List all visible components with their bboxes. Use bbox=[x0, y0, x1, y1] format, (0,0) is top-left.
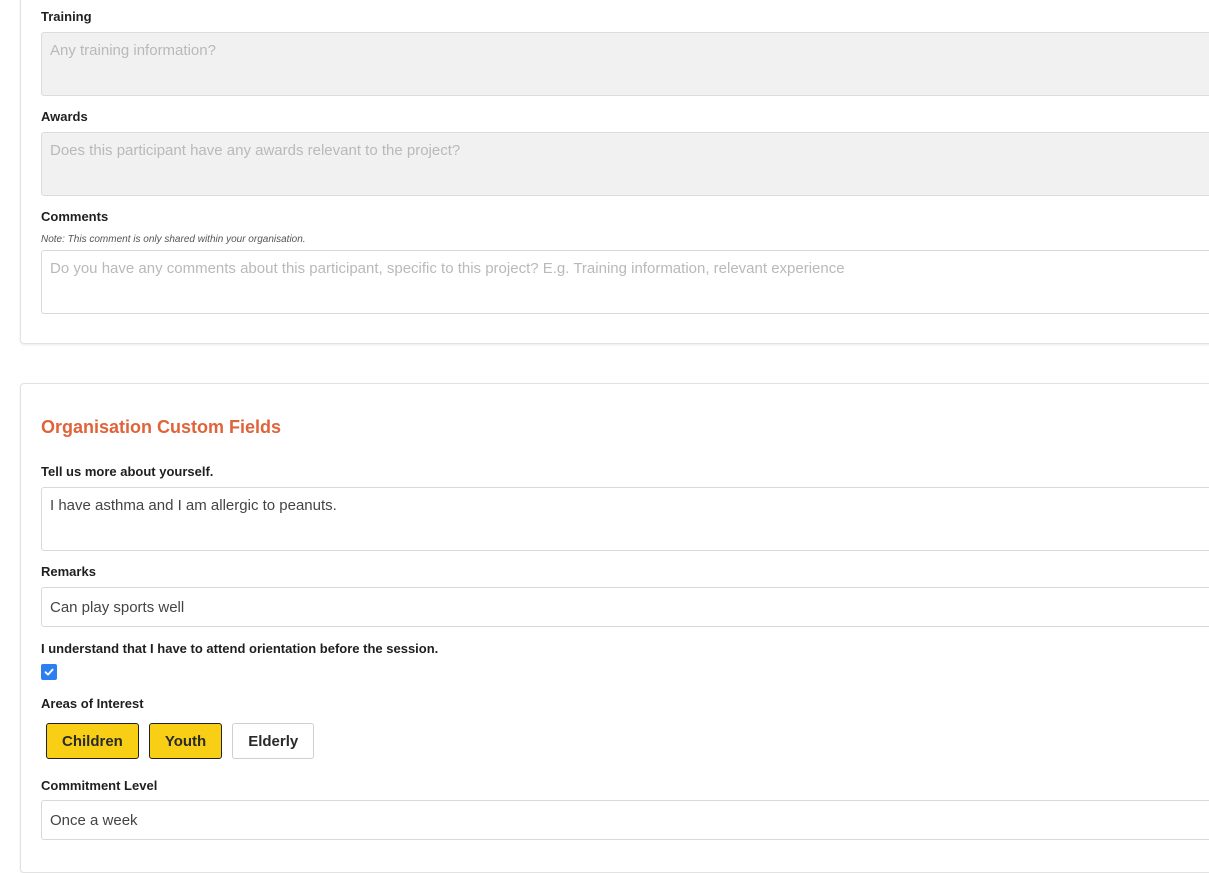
about-label: Tell us more about yourself. bbox=[41, 464, 214, 479]
training-label: Training bbox=[41, 9, 92, 24]
check-icon bbox=[44, 668, 54, 676]
interest-chip-youth[interactable]: Youth bbox=[148, 723, 223, 759]
remarks-label: Remarks bbox=[41, 564, 96, 579]
about-field[interactable]: I have asthma and I am allergic to peanu… bbox=[41, 487, 1209, 551]
interest-chip-elderly[interactable]: Elderly bbox=[232, 723, 315, 759]
comments-label: Comments bbox=[41, 209, 109, 224]
commitment-label: Commitment Level bbox=[41, 778, 158, 793]
orientation-label: I understand that I have to attend orien… bbox=[41, 641, 439, 656]
commitment-input[interactable] bbox=[41, 800, 1209, 840]
interests-label: Areas of Interest bbox=[41, 696, 144, 711]
participant-details-card: Training Awards Comments Note: This comm… bbox=[20, 0, 1209, 344]
orientation-checkbox[interactable] bbox=[41, 664, 57, 680]
training-field[interactable] bbox=[41, 32, 1209, 96]
section-title: Organisation Custom Fields bbox=[41, 417, 282, 437]
interests-chip-group: Children Youth Elderly bbox=[46, 723, 315, 759]
custom-fields-card: Organisation Custom Fields Tell us more … bbox=[20, 383, 1209, 873]
remarks-input[interactable] bbox=[41, 587, 1209, 627]
comments-field[interactable] bbox=[41, 250, 1209, 314]
interest-chip-children[interactable]: Children bbox=[46, 723, 139, 759]
awards-label: Awards bbox=[41, 109, 88, 124]
comments-note: Note: This comment is only shared within… bbox=[41, 234, 306, 245]
awards-field[interactable] bbox=[41, 132, 1209, 196]
